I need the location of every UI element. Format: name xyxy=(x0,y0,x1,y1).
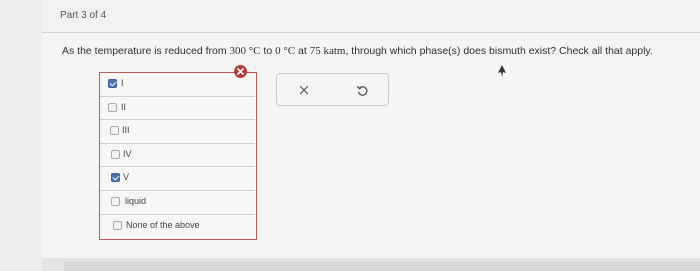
next-part-bar xyxy=(64,262,700,271)
option-row-none[interactable]: None of the above xyxy=(100,215,255,239)
answer-tools xyxy=(276,73,389,106)
checkbox-i[interactable] xyxy=(108,79,117,88)
temperature-end: 0 °C xyxy=(275,45,296,57)
option-label-ii: II xyxy=(121,101,127,112)
option-label-liquid: liquid xyxy=(125,196,147,206)
option-label-iv: IV xyxy=(123,148,132,159)
question-text: As the temperature is reduced from 300 °… xyxy=(62,45,653,57)
left-margin xyxy=(0,0,42,271)
part-header xyxy=(42,0,700,33)
clear-button[interactable] xyxy=(295,82,313,98)
checkbox-ii[interactable] xyxy=(108,102,117,112)
option-row-ii[interactable]: II xyxy=(100,97,255,121)
close-icon xyxy=(299,85,309,95)
checkbox-iii[interactable] xyxy=(110,126,119,136)
option-label-none: None of the above xyxy=(126,219,200,230)
options-list: I II III IV V liquid None of the above xyxy=(99,72,257,240)
pressure-value: 75 katm xyxy=(309,45,346,57)
part-label: Part 3 of 4 xyxy=(60,10,107,21)
temperature-start: 300 °C xyxy=(229,45,261,57)
undo-icon xyxy=(356,85,367,96)
checkbox-liquid[interactable] xyxy=(111,197,120,206)
option-row-liquid[interactable]: liquid xyxy=(100,191,255,215)
option-row-v[interactable]: V xyxy=(100,167,255,191)
mouse-cursor-icon xyxy=(498,65,506,77)
option-label-i: I xyxy=(121,78,124,88)
x-circle-icon xyxy=(234,65,247,78)
option-row-iii[interactable]: III xyxy=(100,120,255,144)
option-label-v: V xyxy=(123,172,130,183)
checkbox-iv[interactable] xyxy=(111,149,120,159)
checkbox-none[interactable] xyxy=(113,220,122,230)
retry-button[interactable] xyxy=(353,82,371,98)
option-row-iv[interactable]: IV xyxy=(100,144,255,168)
option-row-i[interactable]: I xyxy=(100,73,255,97)
option-label-iii: III xyxy=(122,125,130,136)
checkbox-v[interactable] xyxy=(111,173,120,183)
